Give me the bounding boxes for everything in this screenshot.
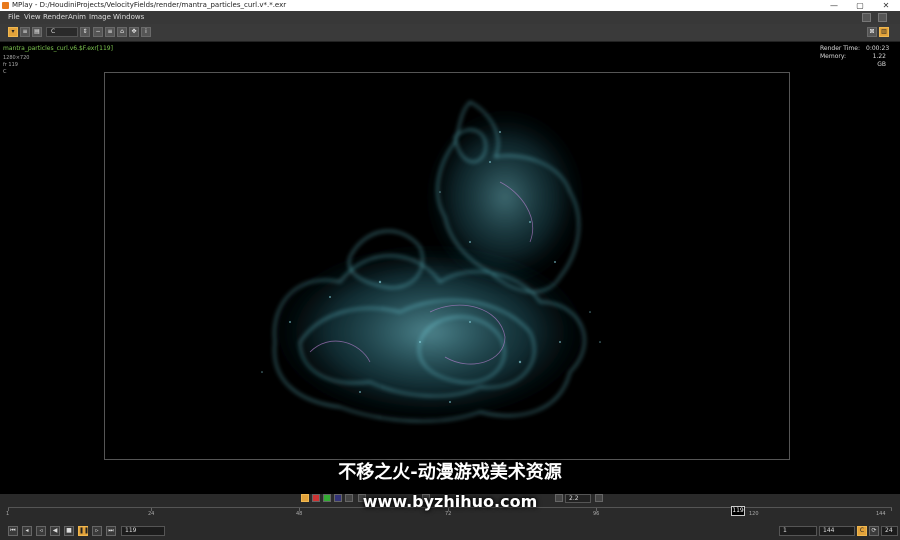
render-settings-icon[interactable]: ≡ — [20, 27, 30, 37]
last-frame-icon[interactable]: ⏭ — [106, 526, 116, 536]
start-frame-input[interactable]: 1 — [779, 526, 817, 536]
prev-key-icon[interactable]: ◂ — [22, 526, 32, 536]
play-reverse-icon[interactable]: ◀ — [50, 526, 60, 536]
toolbar: ▾ ≡ ▤ C ⇕ − ≡ ⌂ ✥ i ⊠ ▥ — [0, 24, 900, 42]
tick-label-96: 96 — [593, 511, 600, 517]
menu-render[interactable]: Render — [43, 13, 68, 21]
tick-label-120: 120 — [749, 511, 759, 517]
watermark-title: 不移之火-动漫游戏美术资源 — [338, 462, 562, 483]
first-frame-icon[interactable]: ⏮ — [8, 526, 18, 536]
grid-icon[interactable]: ✥ — [129, 27, 139, 37]
stop-icon[interactable]: ■ — [64, 526, 74, 536]
pin-icon[interactable] — [862, 13, 871, 22]
tick-label-48: 48 — [296, 511, 303, 517]
minimize-button[interactable]: — — [822, 0, 846, 11]
cache-icon[interactable]: C — [857, 526, 867, 536]
menu-file[interactable]: File — [8, 13, 20, 21]
particle-render-image — [260, 101, 601, 427]
maximize-button[interactable]: ▢ — [848, 0, 872, 11]
end-frame-input[interactable]: 144 — [819, 526, 855, 536]
menu-view[interactable]: View — [24, 13, 41, 21]
channel-stepper-icon[interactable]: ⇕ — [80, 27, 90, 37]
watermark-url: www.byzhihuo.com — [362, 492, 538, 511]
transport-controls: ⏮ ◂ ◃ ◀ ■ ❚❚ ▹ ⏭ 119 1 144 C ⟳ 24 — [0, 523, 900, 540]
save-icon[interactable]: ▤ — [32, 27, 42, 37]
compare-icon[interactable]: ⊠ — [867, 27, 877, 37]
tick-label-72: 72 — [445, 511, 452, 517]
dropdown-icon[interactable]: ▾ — [8, 27, 18, 37]
menu-anim[interactable]: Anim — [68, 13, 86, 21]
panel-options-icon[interactable] — [878, 13, 887, 22]
close-button[interactable]: ✕ — [874, 0, 898, 11]
image-viewer[interactable]: mantra_particles_curl.v6.$F.exr[119] 128… — [0, 42, 900, 494]
fps-field[interactable]: 24 — [881, 526, 898, 536]
window-titlebar: MPlay - D:/HoudiniProjects/VelocityField… — [0, 0, 900, 11]
menu-windows[interactable]: Windows — [113, 13, 144, 21]
realtime-icon[interactable]: ⟳ — [869, 526, 879, 536]
menu-bar: File View Render Anim Image Windows — [0, 11, 900, 24]
step-back-icon[interactable]: ◃ — [36, 526, 46, 536]
window-title: MPlay - D:/HoudiniProjects/VelocityField… — [12, 1, 287, 9]
tick-label-24: 24 — [148, 511, 155, 517]
next-layer-icon[interactable]: ≡ — [105, 27, 115, 37]
step-forward-icon[interactable]: ▹ — [92, 526, 102, 536]
info-icon[interactable]: i — [141, 27, 151, 37]
prev-layer-icon[interactable]: − — [93, 27, 103, 37]
tick-label-144: 144 — [876, 511, 886, 517]
tick-label-1: 1 — [6, 511, 10, 517]
layout-icon[interactable]: ▥ — [879, 27, 889, 37]
mplay-app-icon — [2, 2, 9, 9]
channel-select[interactable]: C — [46, 27, 78, 37]
home-icon[interactable]: ⌂ — [117, 27, 127, 37]
pause-icon[interactable]: ❚❚ — [78, 526, 89, 536]
menu-image[interactable]: Image — [89, 13, 111, 21]
frame-input[interactable]: 119 — [121, 526, 165, 536]
